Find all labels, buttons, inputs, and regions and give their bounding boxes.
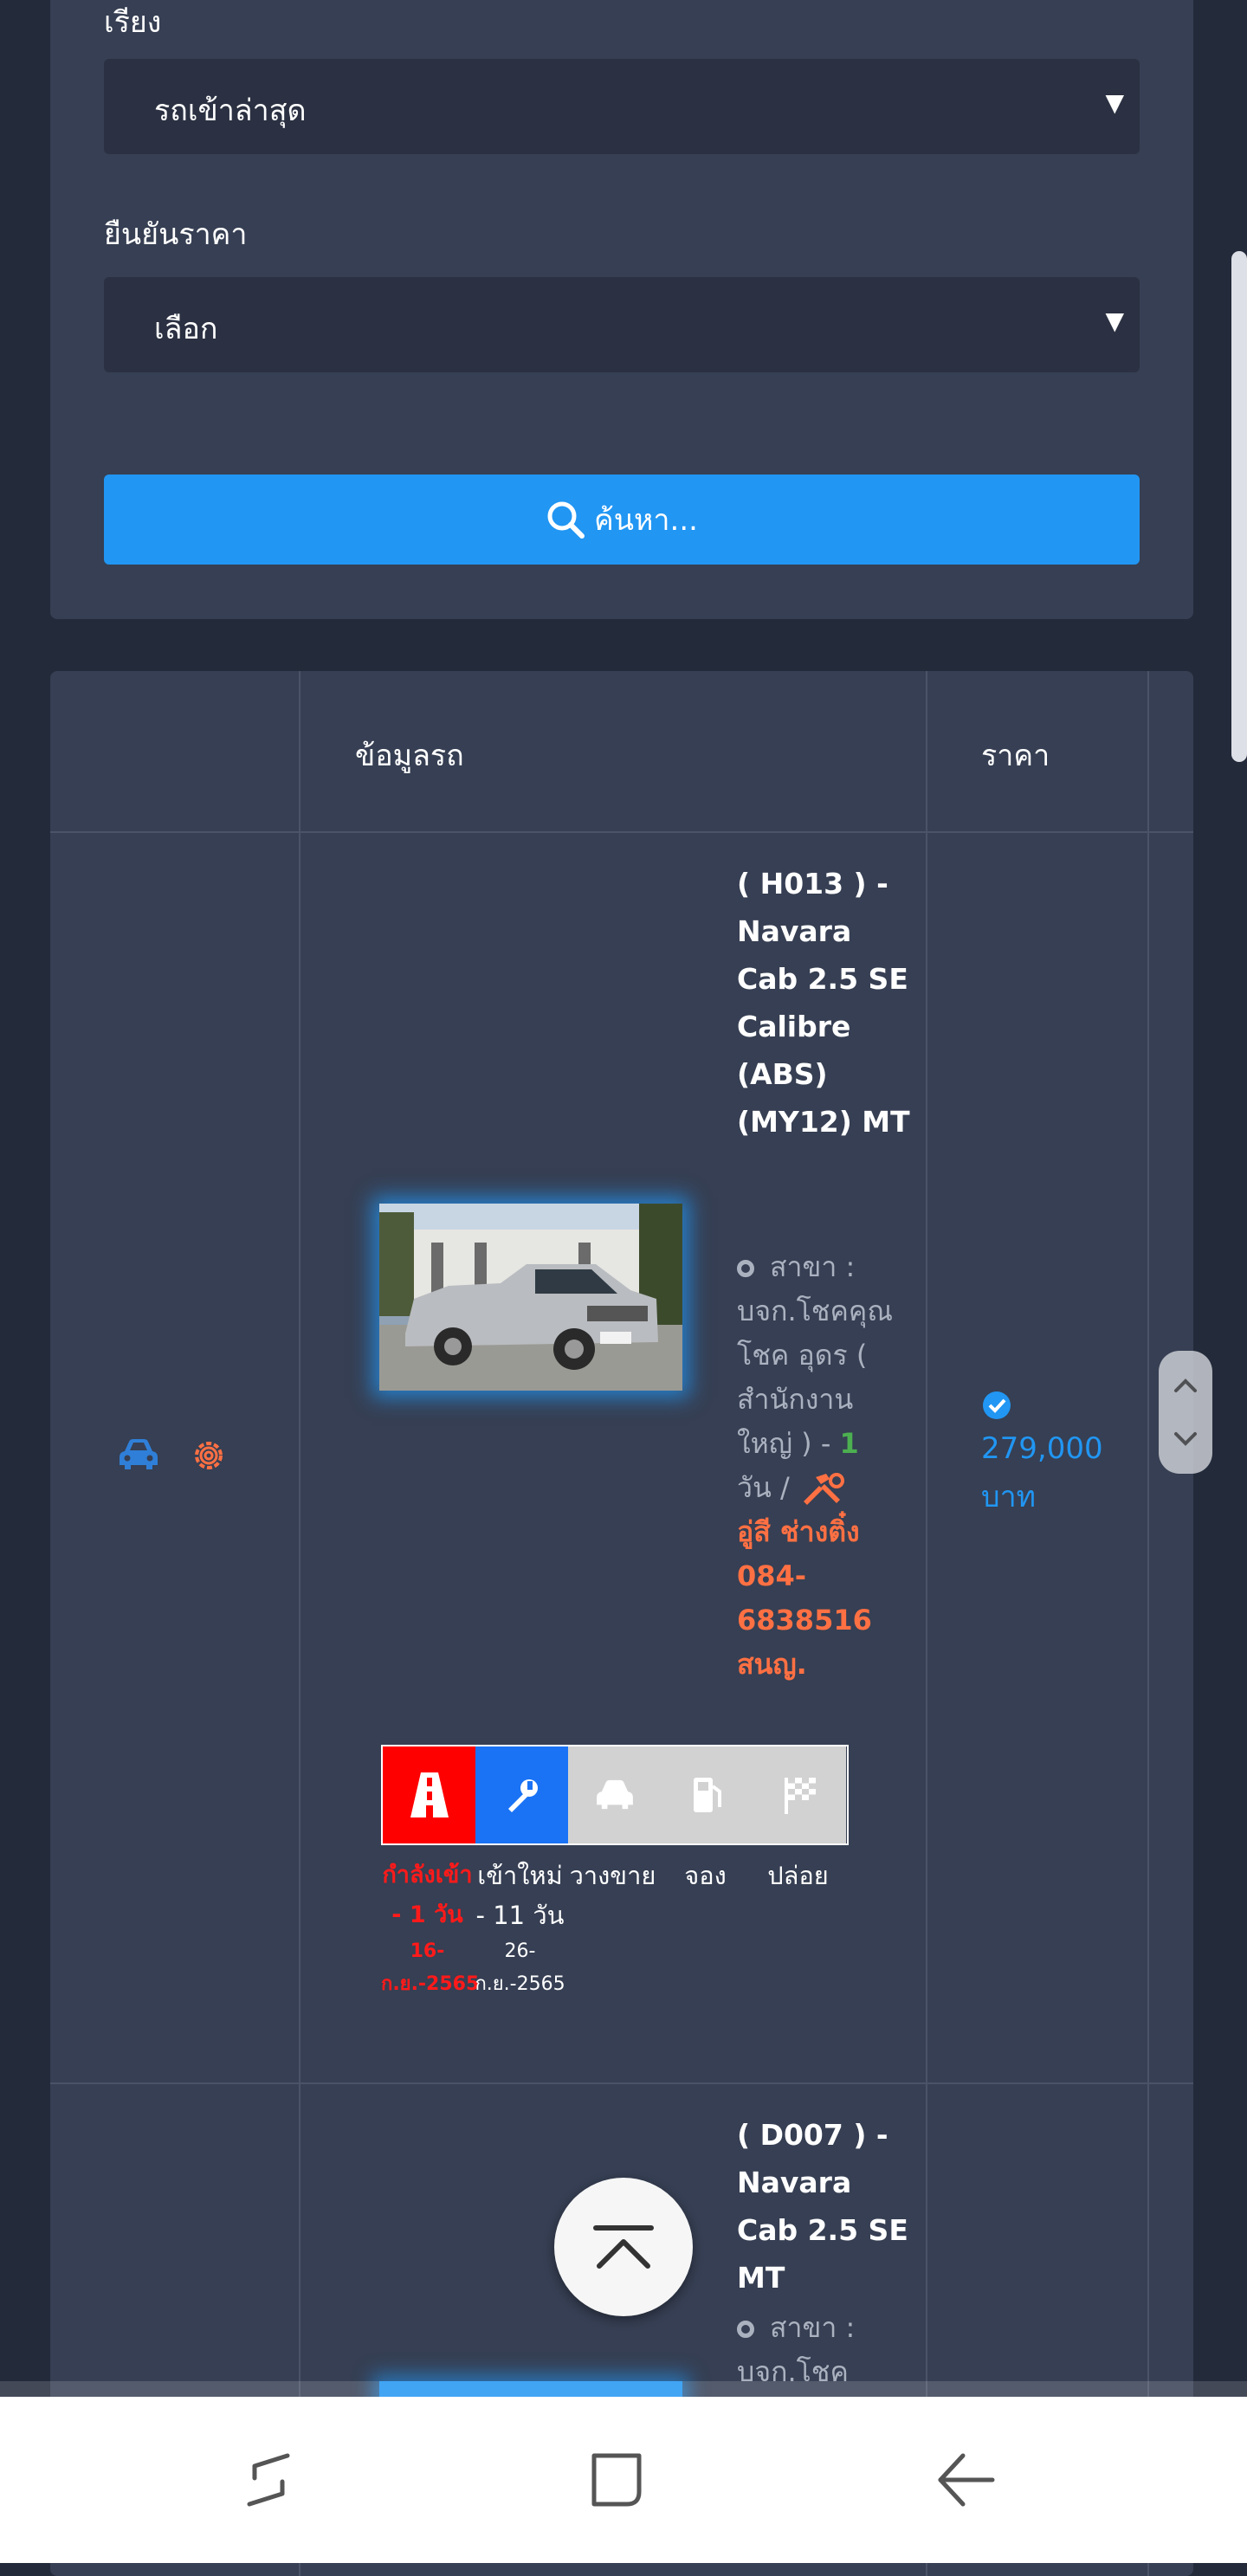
radio-icon	[737, 1260, 754, 1277]
column-divider	[1147, 671, 1149, 2576]
column-divider	[926, 671, 927, 2576]
price-confirm-label: ยืนยันราคา	[104, 217, 248, 252]
status-new-arrival-label: เข้าใหม่ - 11 วัน 26-ก.ย.-2565	[474, 1856, 566, 2001]
system-navigation-bar	[0, 2397, 1247, 2563]
price-cell: 279,000 บาท	[981, 1390, 1103, 1521]
status-released[interactable]	[753, 1746, 846, 1843]
technician-info: อู่สี ช่างติ๋ง 084-6838516 สนญ.	[737, 1515, 872, 1681]
fuel-pump-icon	[693, 1778, 721, 1812]
branch-text: สาขา : บจก.โชคคุณโชค อุดร ( สำนักงานใหญ่…	[737, 1250, 894, 1460]
sort-select[interactable]: รถเข้าล่าสุด ▼	[104, 59, 1140, 154]
search-icon	[547, 501, 585, 539]
column-divider	[299, 671, 300, 2576]
check-circle-icon	[983, 1391, 1011, 1419]
branch-text: สาขา : บจก.โชค	[737, 2311, 856, 2388]
price-confirm-select-value: เลือก	[154, 312, 218, 346]
status-released-label: ปล่อย	[767, 1861, 829, 1890]
price-confirm-select[interactable]: เลือก ▼	[104, 277, 1140, 372]
page-scrollbar[interactable]	[1231, 251, 1247, 762]
status-progress	[381, 1745, 849, 1845]
header-car-info: ข้อมูลรถ	[355, 739, 464, 773]
days-suffix: วัน /	[737, 1471, 798, 1504]
status-text: กำลังเข้า - 1 วัน	[382, 1862, 473, 1928]
filter-panel: เรียง รถเข้าล่าสุด ▼ ยืนยันราคา เลือก ▼ …	[50, 0, 1193, 619]
search-button[interactable]: ค้นหา...	[104, 475, 1140, 565]
status-for-sale-label: วางขาย	[569, 1861, 656, 1890]
status-text: เข้าใหม่ - 11 วัน	[475, 1861, 565, 1930]
radio-icon	[737, 2321, 754, 2338]
row-divider	[50, 831, 1193, 833]
road-icon	[410, 1772, 449, 1817]
status-date: 26-ก.ย.-2565	[475, 1940, 565, 1995]
status-reserved[interactable]	[661, 1746, 753, 1843]
home-icon[interactable]	[585, 2449, 648, 2511]
tools-icon	[798, 1471, 845, 1505]
car-icon	[596, 1779, 633, 1810]
search-button-label: ค้นหา...	[594, 503, 698, 538]
status-new-arrival[interactable]	[475, 1746, 568, 1843]
sort-label: เรียง	[104, 5, 162, 40]
scroll-updown-control[interactable]	[1159, 1351, 1212, 1474]
car-title[interactable]: ( H013 ) - Navara Cab 2.5 SE Calibre (AB…	[737, 860, 910, 1146]
status-reserved-label: จอง	[684, 1861, 727, 1890]
branch-info: สาขา : บจก.โชคคุณโชค อุดร ( สำนักงานใหญ่…	[737, 1245, 893, 1687]
status-date: 16-ก.ย.-2565	[381, 1940, 480, 1995]
row-divider	[50, 2082, 1193, 2084]
header-price: ราคา	[981, 739, 1050, 773]
sort-select-value: รถเข้าล่าสุด	[154, 94, 307, 128]
status-incoming-label: กำลังเข้า - 1 วัน 16-ก.ย.-2565	[381, 1856, 480, 2001]
chevron-down-icon: ▼	[1105, 307, 1124, 335]
checkered-flag-icon	[784, 1778, 816, 1814]
price-value: 279,000 บาท	[981, 1431, 1103, 1514]
back-icon[interactable]	[935, 2449, 998, 2511]
status-incoming[interactable]	[383, 1746, 475, 1843]
gear-icon[interactable]	[189, 1436, 229, 1479]
car-title[interactable]: ( D007 ) - Navara Cab 2.5 SE MT	[737, 2111, 910, 2302]
chevron-down-icon: ▼	[1105, 88, 1124, 117]
status-for-sale[interactable]	[568, 1746, 661, 1843]
chevron-up-icon[interactable]	[1159, 1359, 1212, 1411]
car-icon[interactable]	[118, 1437, 159, 1475]
chevron-down-icon[interactable]	[1159, 1413, 1212, 1465]
back-to-top-button[interactable]	[554, 2178, 693, 2316]
days-count: 1	[839, 1427, 859, 1460]
wrench-icon	[507, 1779, 538, 1812]
arrow-to-top-icon	[593, 2225, 654, 2269]
car-photo[interactable]	[379, 1204, 682, 1391]
recent-apps-icon[interactable]	[237, 2449, 300, 2511]
bottom-fade	[0, 2381, 1247, 2397]
